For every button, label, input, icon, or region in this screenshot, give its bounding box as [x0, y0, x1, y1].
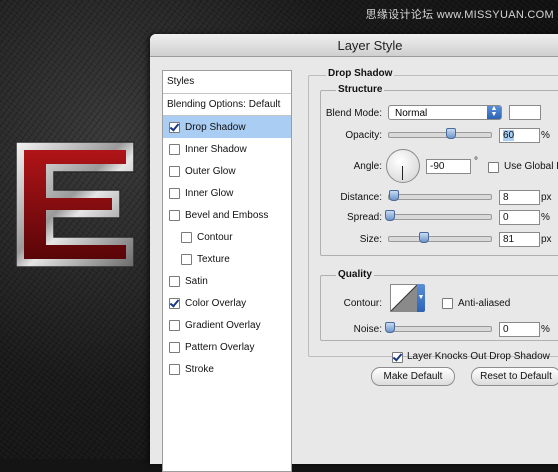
- dialog-titlebar[interactable]: Layer Style: [150, 34, 558, 57]
- angle-field[interactable]: -90: [426, 159, 471, 174]
- use-global-light-label: Use Global L: [504, 161, 558, 172]
- layer-knocks-out-checkbox[interactable]: [392, 352, 403, 363]
- noise-unit: %: [541, 324, 550, 335]
- styles-header[interactable]: Styles: [163, 71, 291, 94]
- distance-unit: px: [541, 192, 552, 203]
- make-default-button[interactable]: Make Default: [371, 367, 455, 386]
- size-unit: px: [541, 234, 552, 245]
- style-item-label: Drop Shadow: [185, 121, 246, 133]
- size-field[interactable]: 81: [499, 232, 540, 247]
- angle-needle: [402, 166, 403, 180]
- contour-dropdown-icon[interactable]: ▼: [417, 284, 425, 312]
- style-item-color-overlay[interactable]: Color Overlay: [163, 292, 291, 314]
- opacity-value: 60: [503, 130, 515, 141]
- angle-unit: °: [474, 156, 478, 167]
- chevron-updown-icon: ▲ ▼: [487, 105, 501, 119]
- noise-slider[interactable]: [385, 322, 492, 333]
- dialog-title: Layer Style: [337, 38, 403, 53]
- size-label: Size:: [359, 234, 382, 245]
- spread-slider-thumb[interactable]: [385, 210, 395, 221]
- use-global-light-checkbox[interactable]: [488, 162, 499, 173]
- style-item-label: Bevel and Emboss: [185, 209, 269, 221]
- distance-slider-thumb[interactable]: [389, 190, 400, 201]
- angle-dial[interactable]: [386, 149, 420, 183]
- noise-field[interactable]: 0: [499, 322, 540, 337]
- anti-aliased-label: Anti-aliased: [458, 298, 511, 309]
- layer-style-dialog: Layer Style Styles Blending Options: Def…: [150, 34, 558, 472]
- inner-shadow-checkbox[interactable]: [169, 143, 180, 155]
- style-item-contour[interactable]: Contour: [163, 226, 291, 248]
- style-item-pattern-overlay[interactable]: Pattern Overlay: [163, 336, 291, 358]
- style-item-satin[interactable]: Satin: [163, 270, 291, 292]
- blend-mode-value: Normal: [395, 108, 428, 119]
- drop-shadow-checkbox[interactable]: [169, 121, 180, 133]
- distance-slider[interactable]: [388, 190, 492, 201]
- stroke-checkbox[interactable]: [169, 363, 180, 375]
- opacity-unit: %: [541, 130, 550, 141]
- noise-label: Noise:: [353, 324, 382, 335]
- opacity-slider-thumb[interactable]: [446, 128, 457, 139]
- style-item-label: Outer Glow: [185, 165, 236, 177]
- shadow-color-swatch[interactable]: [509, 105, 541, 120]
- spread-field[interactable]: 0: [499, 210, 540, 225]
- watermark: 思缘设计论坛 www.MISSYUAN.COM: [365, 9, 554, 21]
- opacity-field[interactable]: 60: [499, 128, 540, 143]
- anti-aliased-checkbox[interactable]: [442, 298, 453, 309]
- distance-field[interactable]: 8: [499, 190, 540, 205]
- style-item-texture[interactable]: Texture: [163, 248, 291, 270]
- opacity-slider[interactable]: [388, 128, 492, 139]
- style-items: Drop Shadow Inner Shadow Outer Glow Inner G…: [163, 116, 291, 380]
- contour-checkbox[interactable]: [181, 231, 192, 243]
- opacity-label: Opacity:: [345, 130, 382, 141]
- satin-checkbox[interactable]: [169, 275, 180, 287]
- inner-glow-checkbox[interactable]: [169, 187, 180, 199]
- spread-label: Spread:: [346, 212, 382, 223]
- style-item-drop-shadow[interactable]: Drop Shadow: [163, 116, 291, 138]
- spread-slider[interactable]: [385, 210, 492, 221]
- gradient-overlay-checkbox[interactable]: [169, 319, 180, 331]
- size-slider[interactable]: [388, 232, 492, 243]
- style-item-inner-glow[interactable]: Inner Glow: [163, 182, 291, 204]
- pattern-overlay-checkbox[interactable]: [169, 341, 180, 353]
- quality-title: Quality: [336, 269, 374, 280]
- style-item-label: Color Overlay: [185, 297, 247, 309]
- style-item-outer-glow[interactable]: Outer Glow: [163, 160, 291, 182]
- angle-label: Angle:: [353, 161, 382, 172]
- style-item-stroke[interactable]: Stroke: [163, 358, 291, 380]
- spread-unit: %: [541, 212, 550, 223]
- styles-list: Styles Blending Options: Default Drop Sh…: [162, 70, 292, 472]
- style-item-label: Satin: [185, 275, 208, 287]
- style-item-label: Stroke: [185, 363, 214, 375]
- style-item-gradient-overlay[interactable]: Gradient Overlay: [163, 314, 291, 336]
- color-overlay-checkbox[interactable]: [169, 297, 180, 309]
- letter-e-artwork: [15, 141, 135, 268]
- contour-label: Contour:: [343, 298, 382, 309]
- bevel-and-emboss-checkbox[interactable]: [169, 209, 180, 221]
- style-item-inner-shadow[interactable]: Inner Shadow: [163, 138, 291, 160]
- distance-label: Distance:: [340, 192, 382, 203]
- size-slider-thumb[interactable]: [418, 232, 429, 243]
- blend-mode-select[interactable]: Normal ▲ ▼: [388, 105, 502, 120]
- blending-options-item[interactable]: Blending Options: Default: [163, 94, 291, 116]
- layer-knocks-out-label: Layer Knocks Out Drop Shadow: [407, 351, 550, 362]
- reset-to-default-button[interactable]: Reset to Default: [471, 367, 558, 386]
- contour-picker[interactable]: [390, 284, 418, 312]
- contour-curve-icon: [390, 284, 418, 312]
- style-item-label: Inner Glow: [185, 187, 234, 199]
- style-item-label: Inner Shadow: [185, 143, 247, 155]
- texture-checkbox[interactable]: [181, 253, 192, 265]
- style-item-label: Texture: [197, 253, 230, 265]
- outer-glow-checkbox[interactable]: [169, 165, 180, 177]
- style-item-bevel-and-emboss[interactable]: Bevel and Emboss: [163, 204, 291, 226]
- drop-shadow-title: Drop Shadow: [326, 68, 395, 79]
- style-item-label: Pattern Overlay: [185, 341, 255, 353]
- structure-title: Structure: [336, 84, 385, 95]
- style-item-label: Gradient Overlay: [185, 319, 261, 331]
- blend-mode-label: Blend Mode:: [325, 108, 382, 119]
- style-item-label: Contour: [197, 231, 233, 243]
- noise-slider-thumb[interactable]: [385, 322, 395, 333]
